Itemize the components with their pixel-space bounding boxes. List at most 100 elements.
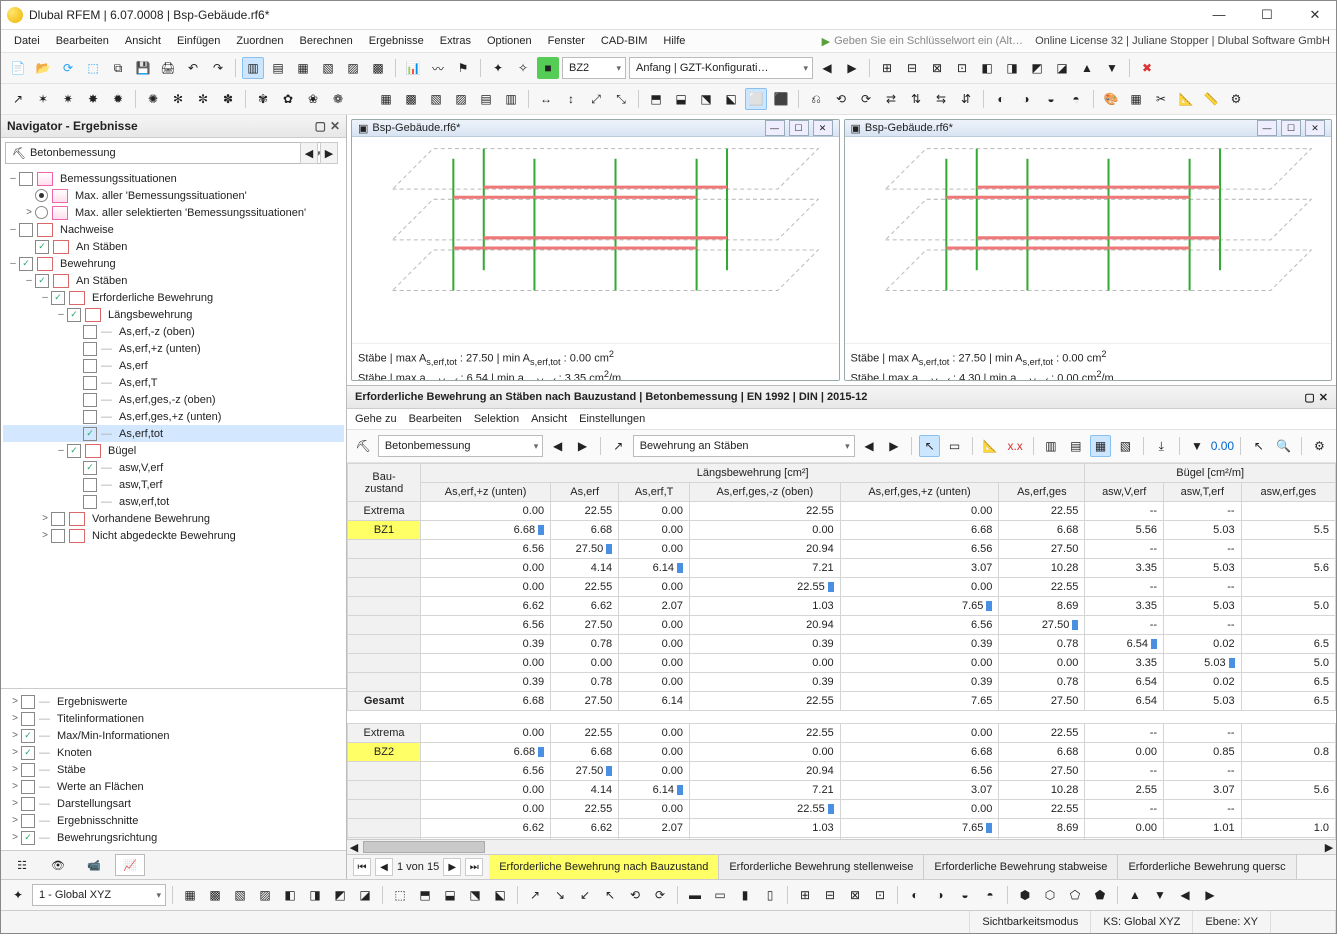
tp-pick-icon[interactable]: ↖: [1248, 435, 1269, 457]
m4-icon[interactable]: ⤡: [610, 88, 632, 110]
bt35-icon[interactable]: ⬟: [1089, 884, 1111, 906]
p2-icon[interactable]: ⟲: [830, 88, 852, 110]
q3-icon[interactable]: ◒: [1040, 88, 1062, 110]
footer-tab-3[interactable]: Erforderliche Bewehrung quersc: [1118, 855, 1296, 879]
s11-icon[interactable]: ❀: [302, 88, 324, 110]
redo-icon[interactable]: ↷: [207, 57, 229, 79]
menu-optionen[interactable]: Optionen: [480, 33, 539, 49]
s7-icon[interactable]: ✼: [192, 88, 214, 110]
s2-icon[interactable]: ✷: [57, 88, 79, 110]
p6-icon[interactable]: ⇆: [930, 88, 952, 110]
p4-icon[interactable]: ⇄: [880, 88, 902, 110]
menu-fenster[interactable]: Fenster: [541, 33, 592, 49]
panel4-icon[interactable]: ▧: [317, 57, 339, 79]
tp-prev1-icon[interactable]: ◀: [547, 435, 568, 457]
tree-item[interactable]: —As,erf,ges,-z (oben): [3, 391, 344, 408]
tree-item[interactable]: –✓An Stäben: [3, 272, 344, 289]
viewport-2[interactable]: ▣Bsp-Gebäude.rf6*—☐✕ Stäbe | max As,erf,…: [844, 119, 1333, 381]
bt10-icon[interactable]: ⬒: [414, 884, 436, 906]
tree-item[interactable]: –✓Erforderliche Bewehrung: [3, 289, 344, 306]
menu-einfügen[interactable]: Einfügen: [170, 33, 227, 49]
panel5-icon[interactable]: ▨: [342, 57, 364, 79]
t2-icon[interactable]: ⊟: [901, 57, 923, 79]
tree-item[interactable]: ✓—asw,V,erf: [3, 459, 344, 476]
menu-cad-bim[interactable]: CAD-BIM: [594, 33, 654, 49]
s1-icon[interactable]: ✶: [32, 88, 54, 110]
bt31-icon[interactable]: ◓: [979, 884, 1001, 906]
tp-i4-icon[interactable]: ▤: [1065, 435, 1086, 457]
tree-item[interactable]: >—Stäbe: [5, 761, 342, 778]
tree-item[interactable]: >Max. aller selektierten 'Bemessungssitu…: [3, 204, 344, 221]
tp-cursor-icon[interactable]: ↖: [919, 435, 940, 457]
panel6-icon[interactable]: ▩: [367, 57, 389, 79]
tree-item[interactable]: >Vorhandene Bewehrung: [3, 510, 344, 527]
q4-icon[interactable]: ◓: [1065, 88, 1087, 110]
r6-icon[interactable]: ⬛: [770, 88, 792, 110]
tp-i1-icon[interactable]: 📐: [980, 435, 1001, 457]
bt38-icon[interactable]: ◀: [1174, 884, 1196, 906]
p3-icon[interactable]: ⟳: [855, 88, 877, 110]
result-table[interactable]: Bau-zustandLängsbewehrung [cm²]Bügel [cm…: [347, 463, 1336, 839]
g6-icon[interactable]: ▥: [500, 88, 522, 110]
minimize-button[interactable]: —: [1204, 7, 1234, 23]
tp-design-icon[interactable]: ⛏: [353, 435, 374, 457]
tp-i6-icon[interactable]: ▧: [1115, 435, 1136, 457]
view-min-icon[interactable]: —: [765, 120, 785, 136]
bt16-icon[interactable]: ↙: [574, 884, 596, 906]
p1-icon[interactable]: ⎌: [805, 88, 827, 110]
c6-icon[interactable]: ⚙: [1225, 88, 1247, 110]
bt8-icon[interactable]: ◪: [354, 884, 376, 906]
t7-icon[interactable]: ◩: [1026, 57, 1048, 79]
bt5-icon[interactable]: ◧: [279, 884, 301, 906]
panel3-icon[interactable]: ▦: [292, 57, 314, 79]
t8-icon[interactable]: ◪: [1051, 57, 1073, 79]
c4-icon[interactable]: 📐: [1175, 88, 1197, 110]
nav-next-icon[interactable]: ▶: [320, 142, 338, 164]
tp-close-icon[interactable]: ✕: [1319, 391, 1328, 404]
tp-menu-bearbeiten[interactable]: Bearbeiten: [409, 413, 462, 425]
print-icon[interactable]: 🖨: [157, 57, 179, 79]
s3-icon[interactable]: ✸: [82, 88, 104, 110]
bt1-icon[interactable]: ▦: [179, 884, 201, 906]
tp-i2-icon[interactable]: x.x: [1005, 435, 1026, 457]
bt15-icon[interactable]: ↘: [549, 884, 571, 906]
pin-icon[interactable]: ▢: [315, 119, 326, 133]
bt26-icon[interactable]: ⊠: [844, 884, 866, 906]
bz-combo[interactable]: BZ2: [562, 57, 626, 79]
t5-icon[interactable]: ◧: [976, 57, 998, 79]
config-combo[interactable]: Anfang | GZT-Konfigurati…: [629, 57, 813, 79]
bt9-icon[interactable]: ⬚: [389, 884, 411, 906]
tree-item[interactable]: >—Werte an Flächen: [5, 778, 342, 795]
s4-icon[interactable]: ✹: [107, 88, 129, 110]
chart-icon[interactable]: 📊: [402, 57, 424, 79]
bt19-icon[interactable]: ⟳: [649, 884, 671, 906]
grid-icon[interactable]: ▦: [375, 88, 397, 110]
color-icon[interactable]: ■: [537, 57, 559, 79]
tp-mode-icon[interactable]: ↗: [608, 435, 629, 457]
copy-icon[interactable]: ⧉: [107, 57, 129, 79]
t4-icon[interactable]: ⊡: [951, 57, 973, 79]
bt22-icon[interactable]: ▮: [734, 884, 756, 906]
undo-icon[interactable]: ↶: [182, 57, 204, 79]
bt28-icon[interactable]: ◐: [904, 884, 926, 906]
q1-icon[interactable]: ◐: [990, 88, 1012, 110]
nav-tab-2[interactable]: 👁: [43, 854, 73, 876]
tree-item[interactable]: –✓Bewehrung: [3, 255, 344, 272]
s6-icon[interactable]: ✻: [167, 88, 189, 110]
wave-icon[interactable]: 〰: [427, 57, 449, 79]
tree-item[interactable]: >—Darstellungsart: [5, 795, 342, 812]
tree-item[interactable]: >✓—Knoten: [5, 744, 342, 761]
tp-combo-1[interactable]: Betonbemessung: [378, 435, 543, 457]
tree-item[interactable]: –Nachweise: [3, 221, 344, 238]
p7-icon[interactable]: ⇵: [955, 88, 977, 110]
tree-item[interactable]: —As,erf,+z (unten): [3, 340, 344, 357]
c3-icon[interactable]: ✂: [1150, 88, 1172, 110]
bt17-icon[interactable]: ↖: [599, 884, 621, 906]
tp-combo-2[interactable]: Bewehrung an Stäben: [633, 435, 855, 457]
bt11-icon[interactable]: ⬓: [439, 884, 461, 906]
m1-icon[interactable]: ↔: [535, 88, 557, 110]
footer-tab-0[interactable]: Erforderliche Bewehrung nach Bauzustand: [489, 855, 719, 879]
tp-menu-selektion[interactable]: Selektion: [474, 413, 519, 425]
t6-icon[interactable]: ◨: [1001, 57, 1023, 79]
tp-next2-icon[interactable]: ▶: [883, 435, 904, 457]
